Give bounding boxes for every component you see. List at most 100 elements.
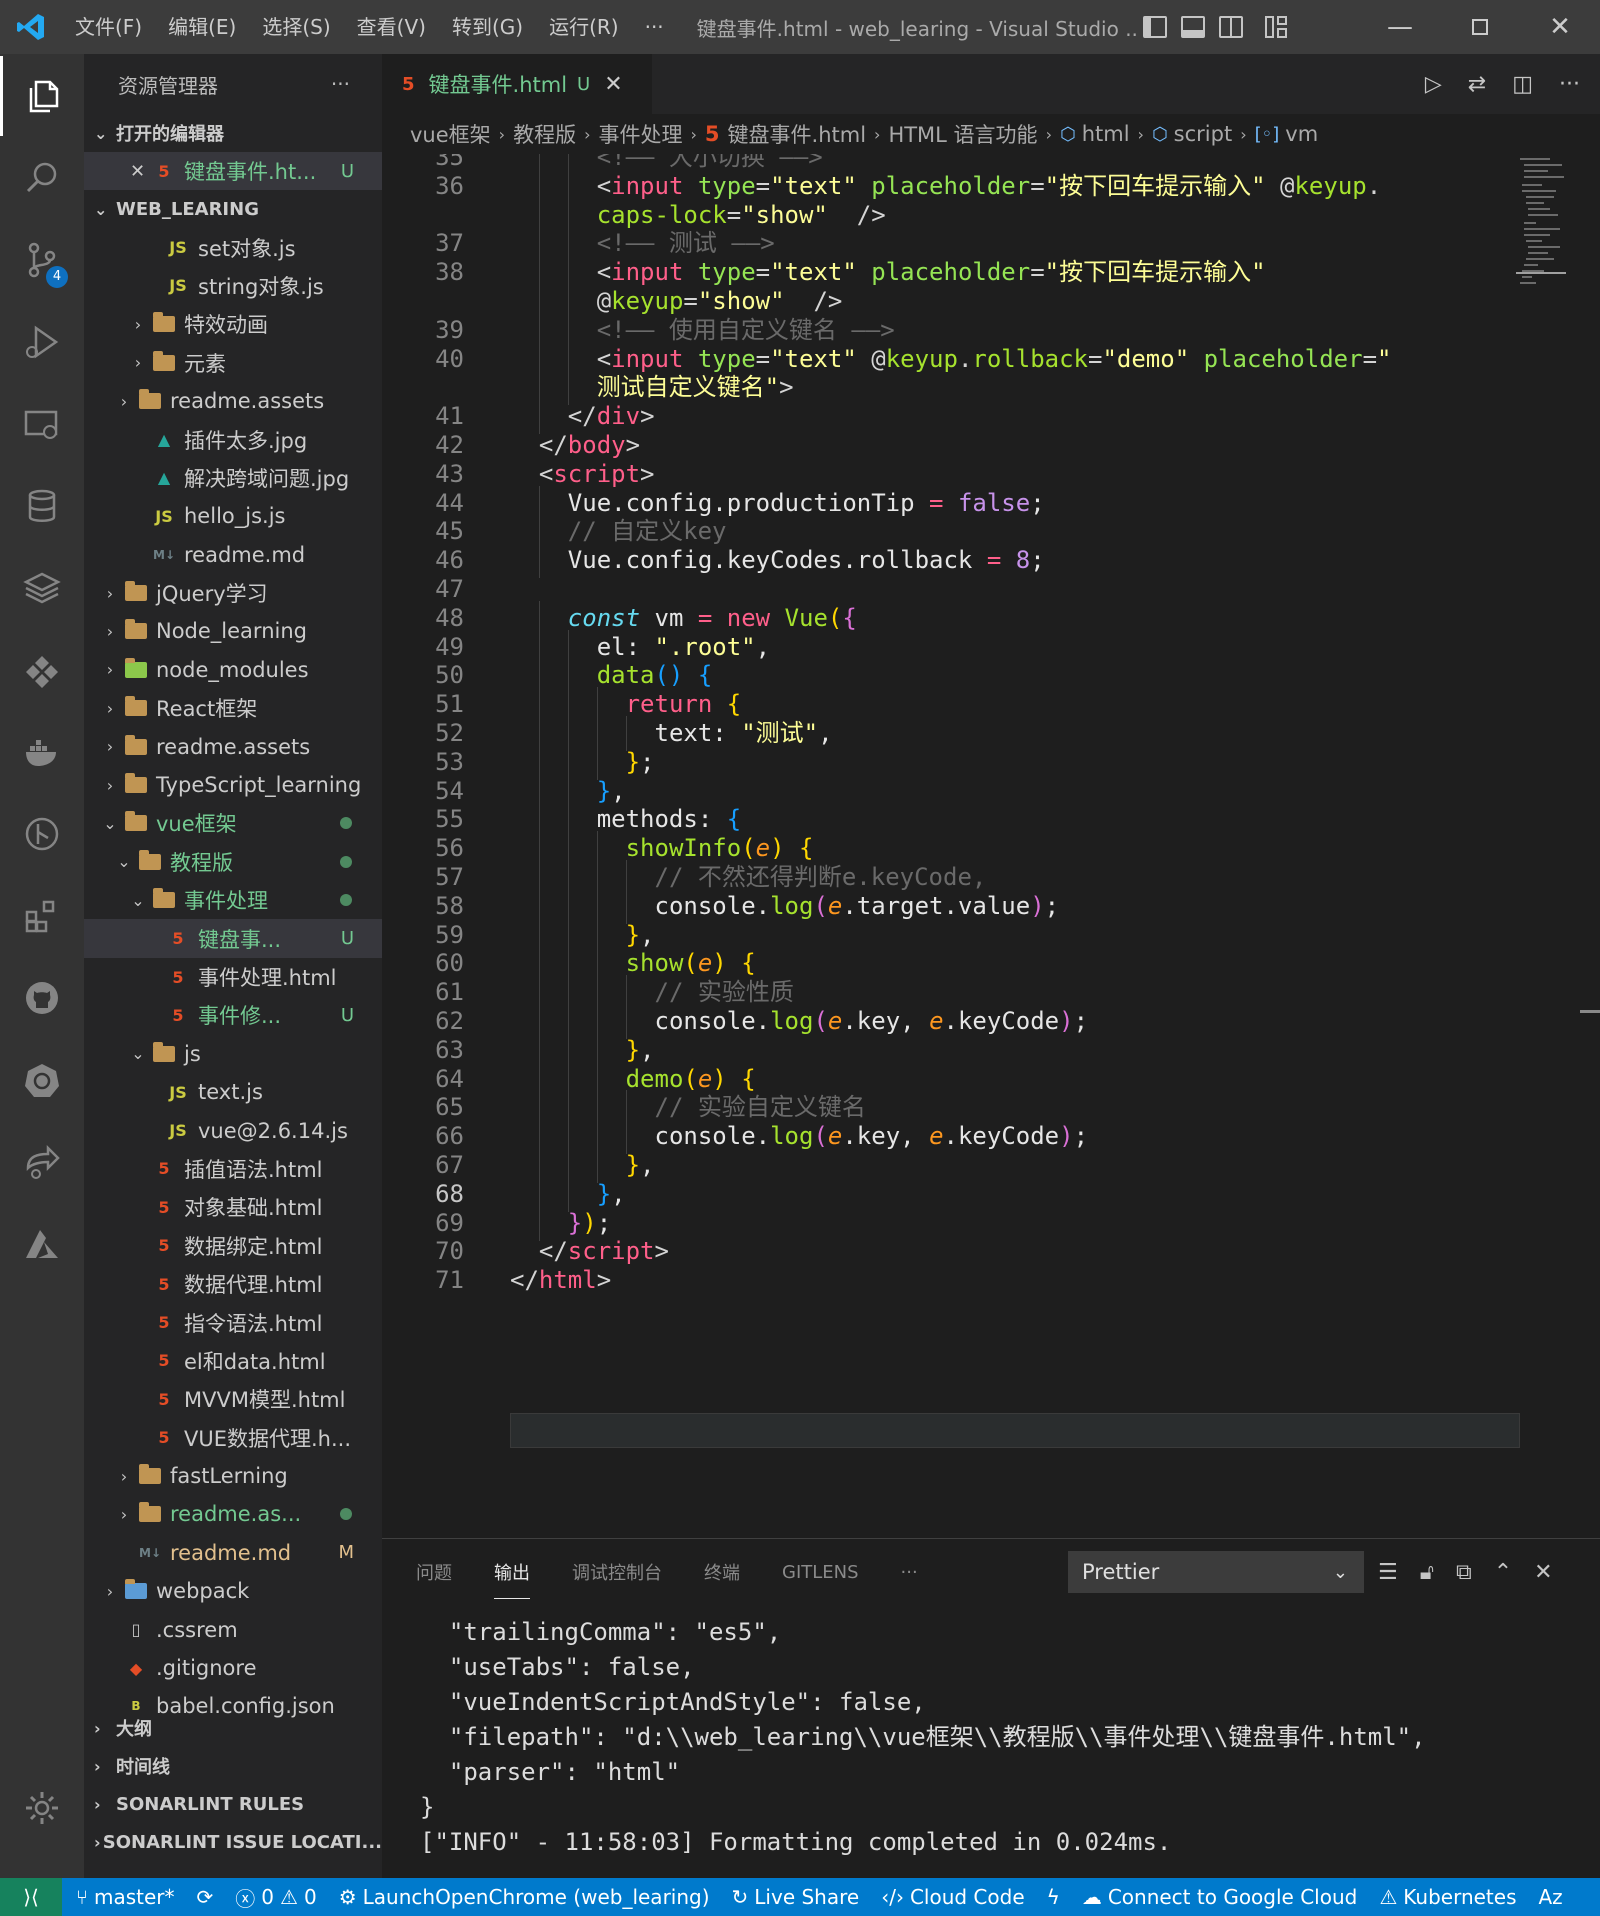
- menu-item[interactable]: 转到(G): [439, 0, 536, 54]
- close-window-button[interactable]: ✕: [1520, 0, 1600, 54]
- file-tree-item[interactable]: › node_modules: [84, 651, 382, 689]
- sidebar-section[interactable]: › 时间线: [84, 1747, 382, 1785]
- file-tree-item[interactable]: M↓ readme.md M: [84, 1534, 382, 1572]
- github-icon[interactable]: [0, 958, 84, 1038]
- file-tree-item[interactable]: › 元素: [84, 344, 382, 382]
- file-tree-item[interactable]: › readme.assets: [84, 727, 382, 765]
- toggle-panel-icon[interactable]: [1180, 16, 1205, 38]
- file-tree-item[interactable]: 5 对象基础.html: [84, 1188, 382, 1226]
- breadcrumb-item[interactable]: HTML 语言功能: [888, 119, 1037, 149]
- file-tree-item[interactable]: › fastLerning: [84, 1457, 382, 1495]
- file-tree-item[interactable]: 5 MVVM模型.html: [84, 1380, 382, 1418]
- minimap[interactable]: [1516, 154, 1566, 304]
- panel-tab[interactable]: GITLENS: [782, 1562, 859, 1583]
- file-tree-item[interactable]: 5 VUE数据代理.h...: [84, 1419, 382, 1457]
- tab-keyboard-events[interactable]: 5 键盘事件.html U ✕: [382, 54, 652, 114]
- close-tab-icon[interactable]: ✕: [604, 72, 622, 97]
- panel-tab[interactable]: ···: [901, 1562, 918, 1583]
- file-tree-item[interactable]: JS string对象.js: [84, 267, 382, 305]
- lightning-icon[interactable]: ϟ: [1047, 1885, 1060, 1909]
- file-tree-item[interactable]: 5 数据绑定.html: [84, 1227, 382, 1265]
- file-tree-item[interactable]: ⌄ js: [84, 1035, 382, 1073]
- cloud-code-button[interactable]: ‹/› Cloud Code: [881, 1885, 1024, 1909]
- close-panel-icon[interactable]: ✕: [1534, 1560, 1552, 1585]
- extensions-remote-icon[interactable]: [0, 630, 84, 710]
- compare-changes-icon[interactable]: ⇄: [1468, 72, 1486, 97]
- file-tree-item[interactable]: 5 键盘事... U: [84, 919, 382, 958]
- file-tree-item[interactable]: ◆ .gitignore: [84, 1649, 382, 1687]
- breadcrumb-item[interactable]: 教程版: [513, 119, 576, 149]
- file-tree-item[interactable]: › jQuery学习: [84, 574, 382, 612]
- run-debug-icon[interactable]: [0, 302, 84, 382]
- azure-status[interactable]: Az: [1539, 1885, 1563, 1909]
- file-tree-item[interactable]: 5 数据代理.html: [84, 1265, 382, 1303]
- file-tree-item[interactable]: 5 事件处理.html: [84, 958, 382, 996]
- code-editor[interactable]: 35 <!—— 大小切换 ——> 36 <input type="text" plac…: [382, 154, 1600, 1538]
- file-tree-item[interactable]: JS hello_js.js: [84, 497, 382, 535]
- panel-tab[interactable]: 终端: [704, 1559, 740, 1585]
- breadcrumb-item[interactable]: 键盘事件.html: [728, 119, 867, 149]
- minimize-button[interactable]: —: [1360, 0, 1440, 54]
- open-output-editor-icon[interactable]: ⧉: [1456, 1560, 1472, 1585]
- file-tree-item[interactable]: › Node_learning: [84, 612, 382, 650]
- live-share-button[interactable]: ↻ Live Share: [732, 1885, 860, 1909]
- maximize-panel-icon[interactable]: ⌃: [1494, 1560, 1512, 1585]
- file-tree-item[interactable]: 5 事件修... U: [84, 996, 382, 1034]
- file-tree-item[interactable]: 5 插值语法.html: [84, 1150, 382, 1188]
- sync-icon[interactable]: ⟳: [197, 1885, 214, 1909]
- file-tree-item[interactable]: JS vue@2.6.14.js: [84, 1111, 382, 1149]
- file-tree-item[interactable]: JS text.js: [84, 1073, 382, 1111]
- breadcrumb-item[interactable]: vue框架: [410, 119, 491, 149]
- layers-icon[interactable]: [0, 548, 84, 628]
- launch-config[interactable]: ⚙ LaunchOpenChrome (web_learing): [339, 1885, 710, 1909]
- menu-item[interactable]: 编辑(E): [155, 0, 249, 54]
- file-tree-item[interactable]: › React框架: [84, 689, 382, 727]
- toggle-secondary-sidebar-icon[interactable]: [1218, 16, 1243, 38]
- problems-indicator[interactable]: ⓧ 0 ⚠ 0: [235, 1883, 316, 1912]
- breadcrumb-item[interactable]: vm: [1285, 122, 1318, 146]
- maximize-button[interactable]: [1440, 0, 1520, 54]
- file-tree-item[interactable]: › 特效动画: [84, 305, 382, 343]
- database-icon[interactable]: [0, 466, 84, 546]
- panel-tab[interactable]: 输出: [494, 1559, 530, 1599]
- source-control-icon[interactable]: 4: [0, 220, 84, 300]
- remote-indicator-icon[interactable]: ⟩⟨: [0, 1878, 62, 1916]
- file-tree-item[interactable]: M↓ readme.md: [84, 536, 382, 574]
- more-actions-icon[interactable]: ···: [1559, 72, 1580, 97]
- lock-scroll-icon[interactable]: 🔓︎: [1420, 1560, 1434, 1585]
- extensions-icon[interactable]: [0, 876, 84, 956]
- file-tree-item[interactable]: ▯ .cssrem: [84, 1610, 382, 1648]
- kubernetes-button[interactable]: ⚠ Kubernetes: [1379, 1885, 1516, 1909]
- git-graph-icon[interactable]: [0, 794, 84, 874]
- open-editor-item[interactable]: ✕ 5 键盘事件.ht... U: [84, 152, 382, 191]
- output-channel-select[interactable]: Prettier ⌄: [1068, 1551, 1364, 1593]
- file-tree-item[interactable]: ▲ 解决跨域问题.jpg: [84, 459, 382, 497]
- kubernetes-icon[interactable]: [0, 1040, 84, 1120]
- branch-indicator[interactable]: ⑂ master*: [76, 1885, 175, 1909]
- menu-item[interactable]: 查看(V): [344, 0, 439, 54]
- sidebar-section[interactable]: › SONARLINT ISSUE LOCATI...: [84, 1823, 382, 1861]
- file-tree-item[interactable]: JS set对象.js: [84, 228, 382, 266]
- editor-scrollbar[interactable]: [1580, 154, 1600, 1538]
- google-cloud-button[interactable]: ☁ Connect to Google Cloud: [1082, 1885, 1358, 1909]
- file-tree-item[interactable]: › TypeScript_learning: [84, 766, 382, 804]
- run-icon[interactable]: ▷: [1425, 72, 1442, 97]
- settings-gear-icon[interactable]: [0, 1768, 84, 1848]
- file-tree-item[interactable]: › readme.assets: [84, 382, 382, 420]
- open-editors-section[interactable]: ⌄ 打开的编辑器: [84, 114, 382, 152]
- menu-item[interactable]: ···: [632, 0, 677, 54]
- azure-icon[interactable]: [0, 1204, 84, 1284]
- sidebar-section[interactable]: › SONARLINT RULES: [84, 1785, 382, 1823]
- file-tree-item[interactable]: › readme.as...: [84, 1495, 382, 1533]
- panel-tab[interactable]: 问题: [416, 1559, 452, 1585]
- customize-layout-icon[interactable]: [1264, 16, 1289, 38]
- close-editor-icon[interactable]: ✕: [130, 161, 150, 182]
- explorer-more-button[interactable]: ···: [331, 72, 350, 96]
- toggle-sidebar-icon[interactable]: [1142, 16, 1167, 38]
- sidebar-section[interactable]: › 大纲: [84, 1709, 382, 1747]
- file-tree-item[interactable]: › webpack: [84, 1572, 382, 1610]
- file-tree-item[interactable]: ⌄ vue框架: [84, 804, 382, 842]
- menu-item[interactable]: 运行(R): [536, 0, 632, 54]
- file-tree-item[interactable]: ⌄ 事件处理: [84, 881, 382, 919]
- clear-output-icon[interactable]: ☰: [1378, 1560, 1398, 1585]
